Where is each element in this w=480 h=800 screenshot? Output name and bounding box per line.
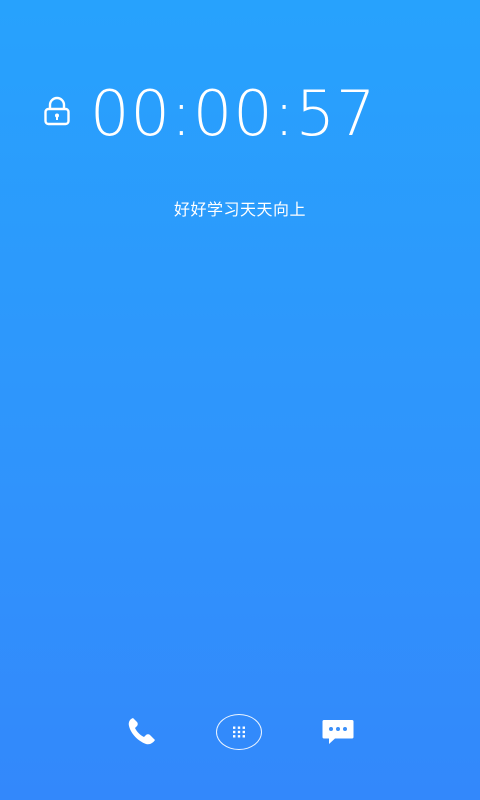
phone-icon <box>125 716 159 752</box>
app-drawer-button[interactable] <box>216 714 262 750</box>
message-bubble-icon <box>321 717 355 751</box>
lock-icon <box>42 95 72 127</box>
app-grid-icon <box>232 723 246 742</box>
elapsed-timer: 00:00:57 <box>90 77 377 150</box>
motto-text: 好好学习天天向上 <box>173 200 306 219</box>
messages-button[interactable] <box>316 714 360 754</box>
phone-button[interactable] <box>120 714 164 754</box>
lock-screen: 00:00:57 好好学习天天向上 <box>0 0 480 800</box>
bottom-shortcut-dock <box>0 706 480 760</box>
